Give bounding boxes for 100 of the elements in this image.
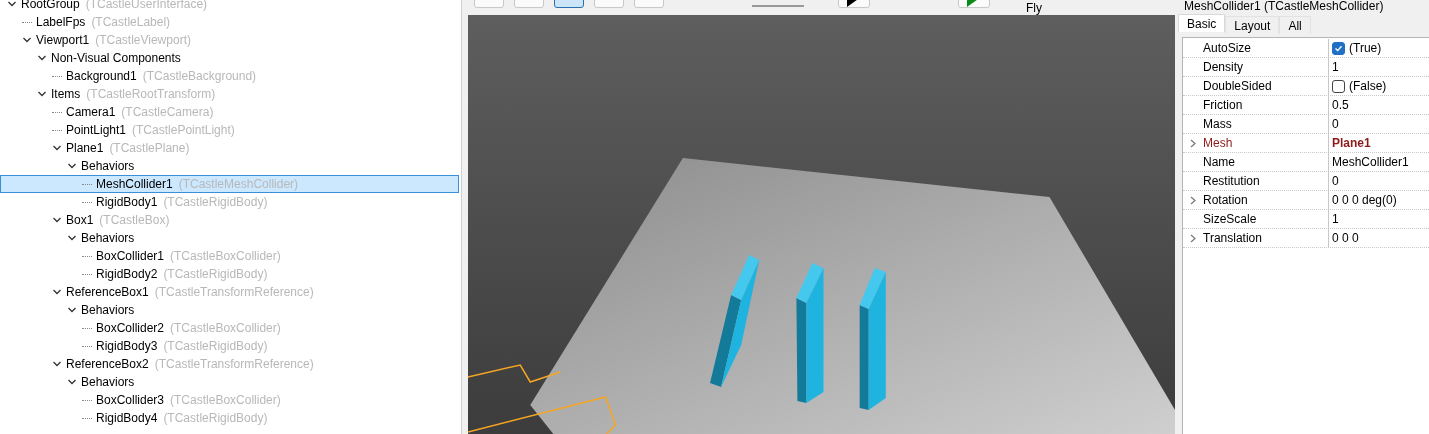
tree-item[interactable]: BoxCollider1 (TCastleBoxCollider)	[0, 247, 459, 265]
node-type: (TCastleRigidBody)	[163, 266, 268, 283]
node-type: (TCastleRigidBody)	[163, 338, 268, 355]
node-type: (TCastleBoxCollider)	[170, 248, 281, 265]
property-name: Density	[1203, 58, 1329, 76]
chevron-icon[interactable]	[67, 161, 77, 171]
tree-item[interactable]: Behaviors	[0, 373, 459, 391]
property-name: SizeScale	[1203, 210, 1329, 228]
chevron-icon[interactable]	[67, 377, 77, 387]
chevron-icon[interactable]	[52, 287, 62, 297]
checkbox[interactable]	[1332, 79, 1345, 93]
tree-item[interactable]: MeshCollider1 (TCastleMeshCollider)	[0, 175, 459, 193]
tree-item[interactable]: RigidBody1 (TCastleRigidBody)	[0, 193, 459, 211]
property-name: DoubleSided	[1203, 77, 1329, 95]
inspector-tab[interactable]: Basic	[1178, 14, 1226, 32]
tree-item[interactable]: Plane1 (TCastlePlane)	[0, 139, 459, 157]
check-icon	[1334, 43, 1343, 53]
property-value[interactable]: (False)	[1349, 77, 1387, 95]
node-name: Behaviors	[81, 230, 135, 247]
node-type: (TCastleTransformReference)	[154, 356, 314, 373]
node-type: (TCastlePlane)	[109, 140, 190, 157]
node-type: (TCastleViewport)	[95, 32, 191, 49]
tree-item[interactable]: Behaviors	[0, 229, 459, 247]
property-value[interactable]: 0 0 0 deg(0)	[1332, 191, 1397, 209]
tree-item[interactable]: Non-Visual Components	[0, 49, 459, 67]
node-type: (TCastleCamera)	[121, 104, 214, 121]
tree-item[interactable]: BoxCollider3 (TCastleBoxCollider)	[0, 391, 459, 409]
tree-item[interactable]: Background1 (TCastleBackground)	[0, 67, 459, 85]
tree-connector-icon	[82, 255, 92, 257]
property-value[interactable]: 0	[1332, 172, 1339, 190]
tree-connector-icon	[52, 111, 62, 113]
property-name: Friction	[1203, 96, 1329, 114]
tree-item[interactable]: Viewport1 (TCastleViewport)	[0, 31, 459, 49]
property-value[interactable]: 0 0 0	[1332, 229, 1359, 247]
tree-item[interactable]: RootGroup (TCastleUserInterface)	[0, 0, 459, 13]
tree-item[interactable]: LabelFps (TCastleLabel)	[0, 13, 459, 31]
node-type: (TCastlePointLight)	[132, 122, 235, 139]
node-name: Viewport1	[36, 32, 90, 49]
node-name: MeshCollider1	[96, 176, 173, 193]
tree-item[interactable]: Behaviors	[0, 301, 459, 319]
tree-item[interactable]: Camera1 (TCastleCamera)	[0, 103, 459, 121]
node-type: (TCastleTransformReference)	[154, 284, 314, 301]
node-name: RigidBody1	[96, 194, 158, 211]
tree-item[interactable]: ReferenceBox2 (TCastleTransformReference)	[0, 355, 459, 373]
node-name: ReferenceBox2	[66, 356, 149, 373]
property-value[interactable]: 0.5	[1332, 96, 1349, 114]
checkbox[interactable]	[1332, 41, 1345, 55]
node-name: BoxCollider1	[96, 248, 165, 265]
property-name: Mass	[1203, 115, 1329, 133]
tree-connector-icon	[82, 327, 92, 329]
property-value[interactable]: Plane1	[1332, 134, 1371, 152]
node-name: Behaviors	[81, 302, 135, 319]
tree-item[interactable]: Box1 (TCastleBox)	[0, 211, 459, 229]
node-name: Items	[51, 86, 81, 103]
tree-item[interactable]: Items (TCastleRootTransform)	[0, 85, 459, 103]
inspector-tab[interactable]: Layout	[1225, 16, 1280, 34]
node-name: Non-Visual Components	[51, 50, 181, 67]
property-value[interactable]: MeshCollider1	[1332, 153, 1409, 171]
property-name: Translation	[1203, 229, 1329, 247]
node-type: (TCastleBox)	[99, 212, 170, 229]
tree-connector-icon	[52, 129, 62, 131]
property-value[interactable]: 0	[1332, 115, 1339, 133]
node-type: (TCastleMeshCollider)	[178, 176, 299, 193]
node-type: (TCastleUserInterface)	[85, 0, 208, 13]
chevron-icon[interactable]	[52, 359, 62, 369]
tree-connector-icon	[82, 273, 92, 275]
node-name: Behaviors	[81, 374, 135, 391]
tree-item[interactable]: Behaviors	[0, 157, 459, 175]
tree-connector-icon	[82, 201, 92, 203]
inspector-title: MeshCollider1 (TCastleMeshCollider)	[1184, 0, 1385, 13]
node-type: (TCastleBoxCollider)	[170, 392, 281, 409]
tree-item[interactable]: BoxCollider2 (TCastleBoxCollider)	[0, 319, 459, 337]
tree-item[interactable]: RigidBody2 (TCastleRigidBody)	[0, 265, 459, 283]
node-name: LabelFps	[36, 14, 86, 31]
chevron-icon[interactable]	[37, 53, 47, 63]
tree-item[interactable]: ReferenceBox1 (TCastleTransformReference)	[0, 283, 459, 301]
node-name: RigidBody4	[96, 410, 158, 427]
tree-item[interactable]: RigidBody3 (TCastleRigidBody)	[0, 337, 459, 355]
chevron-icon[interactable]	[37, 89, 47, 99]
chevron-icon[interactable]	[22, 35, 32, 45]
node-name: Camera1	[66, 104, 116, 121]
chevron-icon[interactable]	[52, 143, 62, 153]
tree-connector-icon	[82, 399, 92, 401]
tree-item[interactable]: PointLight1 (TCastlePointLight)	[0, 121, 459, 139]
property-value[interactable]: (True)	[1349, 39, 1382, 57]
tree-connector-icon	[22, 21, 32, 23]
chevron-icon[interactable]	[67, 305, 77, 315]
node-name: Box1	[66, 212, 94, 229]
chevron-icon[interactable]	[67, 233, 77, 243]
property-value[interactable]: 1	[1332, 58, 1339, 76]
tree-connector-icon	[82, 183, 92, 185]
node-name: BoxCollider3	[96, 392, 165, 409]
tree-item[interactable]: RigidBody4 (TCastleRigidBody)	[0, 409, 459, 427]
property-value[interactable]: 1	[1332, 210, 1339, 228]
chevron-icon[interactable]	[7, 0, 17, 9]
node-type: (TCastleRigidBody)	[163, 410, 268, 427]
property-name: Rotation	[1203, 191, 1329, 209]
chevron-icon[interactable]	[52, 215, 62, 225]
inspector-tab[interactable]: All	[1279, 16, 1311, 34]
node-type: (TCastleRigidBody)	[163, 194, 268, 211]
